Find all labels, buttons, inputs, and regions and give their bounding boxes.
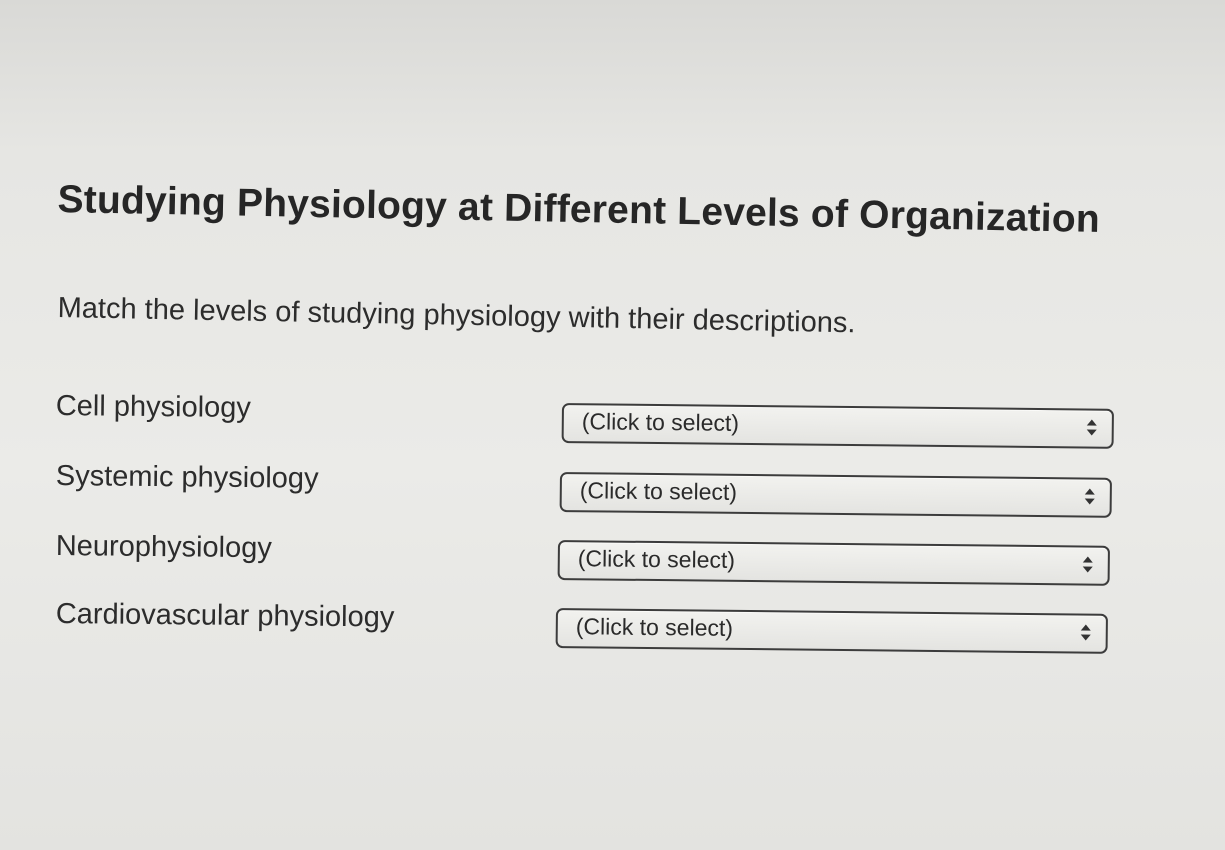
select-value: (Click to select) <box>575 613 734 641</box>
answer-select[interactable]: (Click to select) <box>555 608 1108 654</box>
up-down-arrows-icon <box>1082 554 1094 574</box>
up-down-arrows-icon <box>1084 486 1096 506</box>
screen: Studying Physiology at Different Levels … <box>0 0 1225 850</box>
match-row-cardiovascular-physiology: Cardiovascular physiology (Click to sele… <box>0 596 1225 656</box>
match-row-systemic-physiology: Systemic physiology (Click to select) <box>0 458 1225 518</box>
term-label: Neurophysiology <box>55 530 273 565</box>
select-value: (Click to select) <box>579 477 738 505</box>
term-label: Systemic physiology <box>55 460 319 495</box>
answer-select[interactable]: (Click to select) <box>559 472 1112 518</box>
answer-select[interactable]: (Click to select) <box>561 403 1114 449</box>
select-value: (Click to select) <box>581 408 740 436</box>
term-label: Cardiovascular physiology <box>55 598 395 634</box>
match-row-neurophysiology: Neurophysiology (Click to select) <box>0 528 1225 588</box>
match-list: Cell physiology (Click to select) System… <box>0 0 1225 850</box>
match-row-cell-physiology: Cell physiology (Click to select) <box>0 388 1225 449</box>
select-value: (Click to select) <box>577 545 736 573</box>
up-down-arrows-icon <box>1086 417 1098 437</box>
answer-select[interactable]: (Click to select) <box>557 540 1110 586</box>
up-down-arrows-icon <box>1080 622 1092 642</box>
term-label: Cell physiology <box>55 390 252 425</box>
